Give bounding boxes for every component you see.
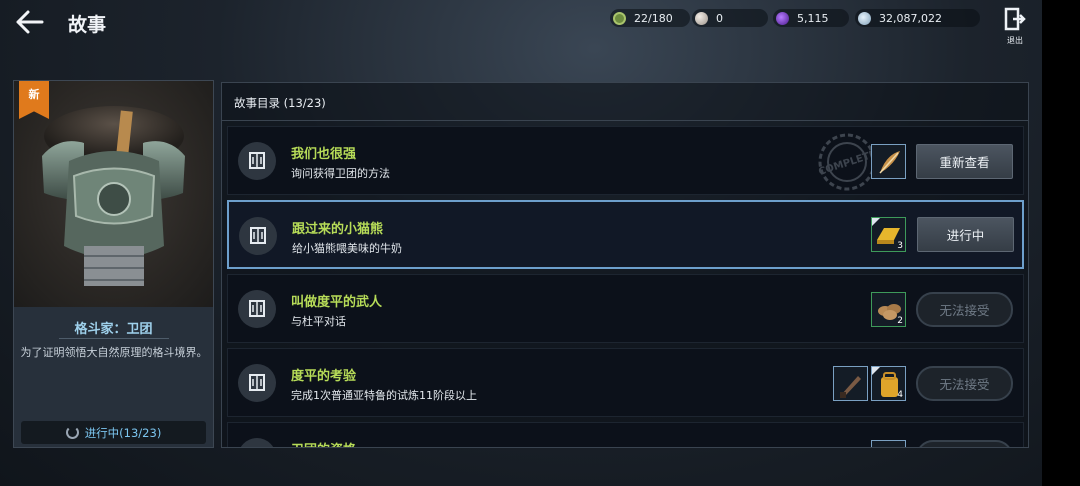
loading-spinner-icon — [65, 426, 79, 439]
story-subtitle: 询问获得卫团的方法 — [291, 167, 390, 180]
currency-energy[interactable]: 22/180 — [610, 9, 690, 27]
story-title: 叫做度平的武人 — [291, 295, 383, 310]
unavailable-button[interactable]: 无法接受 — [916, 292, 1013, 327]
reward-item[interactable] — [871, 144, 906, 179]
currency-value: 32,087,022 — [879, 11, 942, 25]
silver-coin-icon — [858, 11, 871, 25]
dagger-icon — [840, 376, 861, 398]
back-arrow-icon[interactable] — [14, 8, 46, 36]
reward-item[interactable]: 2 — [871, 292, 906, 327]
complete-stamp-icon: COMPLETE — [817, 133, 878, 191]
character-name: 格斗家：卫团 — [74, 322, 153, 337]
story-row[interactable]: 叫做度平的武人 与杜平对话 2 无法接受 — [227, 274, 1024, 343]
page-title: 故事 — [68, 14, 107, 36]
progress-label: 进行中(13/23) — [84, 425, 162, 440]
purple-gem-icon — [776, 11, 789, 25]
story-title: 度平的考验 — [291, 369, 357, 384]
reward-item[interactable]: 4 — [871, 366, 906, 401]
story-title: 跟过来的小猫熊 — [292, 222, 384, 237]
unavailable-button[interactable] — [916, 440, 1013, 447]
story-subtitle: 给小猫熊喂美味的牛奶 — [292, 242, 402, 255]
story-book-icon — [238, 364, 276, 402]
story-list-title: 故事目录 (13/23) — [234, 96, 326, 110]
story-book-icon — [238, 438, 276, 447]
exit-door-icon — [1004, 7, 1026, 31]
reward-count: 4 — [897, 390, 903, 400]
top-bar: 故事 22/180 0 5,115 32,087,022 退出 — [0, 0, 1042, 45]
reward-item[interactable] — [833, 366, 868, 401]
story-book-icon — [238, 142, 276, 180]
story-subtitle: 完成1次普通亚特鲁的试炼11阶段以上 — [291, 389, 477, 402]
currency-pearl[interactable]: 0 — [692, 9, 768, 27]
story-title: 我们也很强 — [291, 147, 357, 162]
currency-value: 5,115 — [797, 11, 829, 25]
story-book-icon — [238, 290, 276, 328]
currency-purple-gem[interactable]: 5,115 — [773, 9, 849, 27]
story-list-panel: 故事目录 (13/23) 我们也很强 询问获得卫团的方法 COMPLETE 重新… — [221, 82, 1029, 448]
unavailable-button[interactable]: 无法接受 — [916, 366, 1013, 401]
currency-value: 22/180 — [634, 11, 673, 25]
character-progress-button[interactable]: 进行中(13/23) — [21, 421, 206, 444]
complete-stamp-text: COMPLETE — [817, 149, 878, 178]
reward-count: 2 — [897, 316, 903, 326]
currency-silver[interactable]: 32,087,022 — [855, 9, 980, 27]
story-subtitle: 与杜平对话 — [291, 315, 346, 328]
character-description: 为了证明领悟大自然原理的格斗境界。 — [20, 346, 208, 359]
in-progress-button[interactable]: 进行中 — [917, 217, 1014, 252]
currency-value: 0 — [716, 11, 723, 25]
feather-icon — [879, 151, 900, 174]
story-list-header: 故事目录 (13/23) — [222, 83, 1028, 121]
review-button[interactable]: 重新查看 — [916, 144, 1013, 179]
pearl-icon — [695, 11, 708, 25]
card-divider — [59, 338, 169, 339]
story-row[interactable]: 度平的考验 完成1次普通亚特鲁的试炼11阶段以上 4 无法接受 — [227, 348, 1024, 417]
story-row-active[interactable]: 跟过来的小猫熊 给小猫熊喂美味的牛奶 3 进行中 — [227, 200, 1024, 269]
energy-icon — [613, 11, 626, 25]
reward-count: 3 — [897, 241, 903, 251]
story-row[interactable]: 卫团的资格 — [227, 422, 1024, 447]
story-row[interactable]: 我们也很强 询问获得卫团的方法 COMPLETE 重新查看 — [227, 126, 1024, 195]
reward-item[interactable]: 3 — [871, 217, 906, 252]
story-book-icon — [239, 217, 277, 255]
reward-item[interactable] — [871, 440, 906, 447]
story-title: 卫团的资格 — [291, 439, 356, 447]
exit-button[interactable]: 退出 — [1001, 7, 1029, 45]
exit-label: 退出 — [1007, 36, 1023, 45]
screen-edge — [1042, 0, 1080, 486]
character-card[interactable]: 新 格斗家：卫团 为了证明领悟大自然原理的格斗境界。 进行中(13/23) — [13, 80, 214, 448]
